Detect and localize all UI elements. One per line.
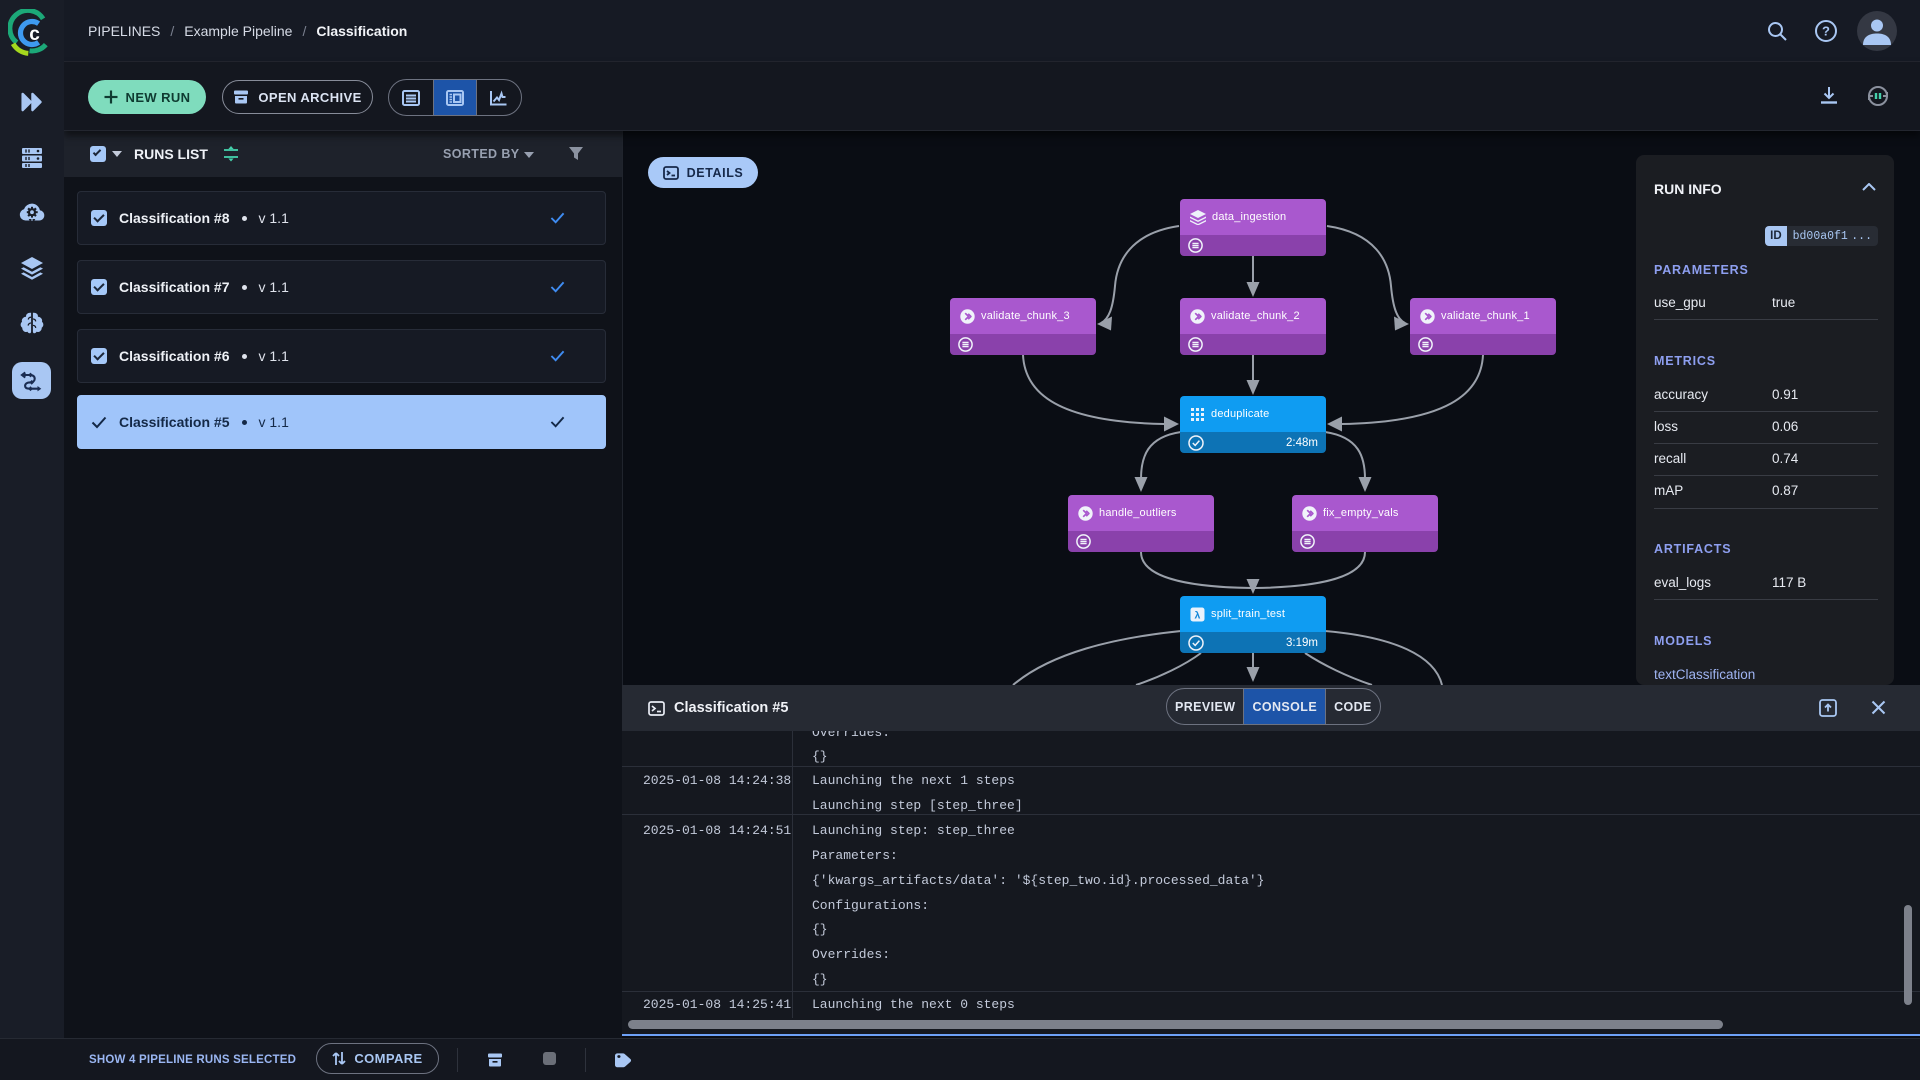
svg-text:c: c [29, 24, 40, 45]
svg-text:?: ? [1822, 23, 1830, 38]
svg-text:λ: λ [1194, 609, 1200, 621]
